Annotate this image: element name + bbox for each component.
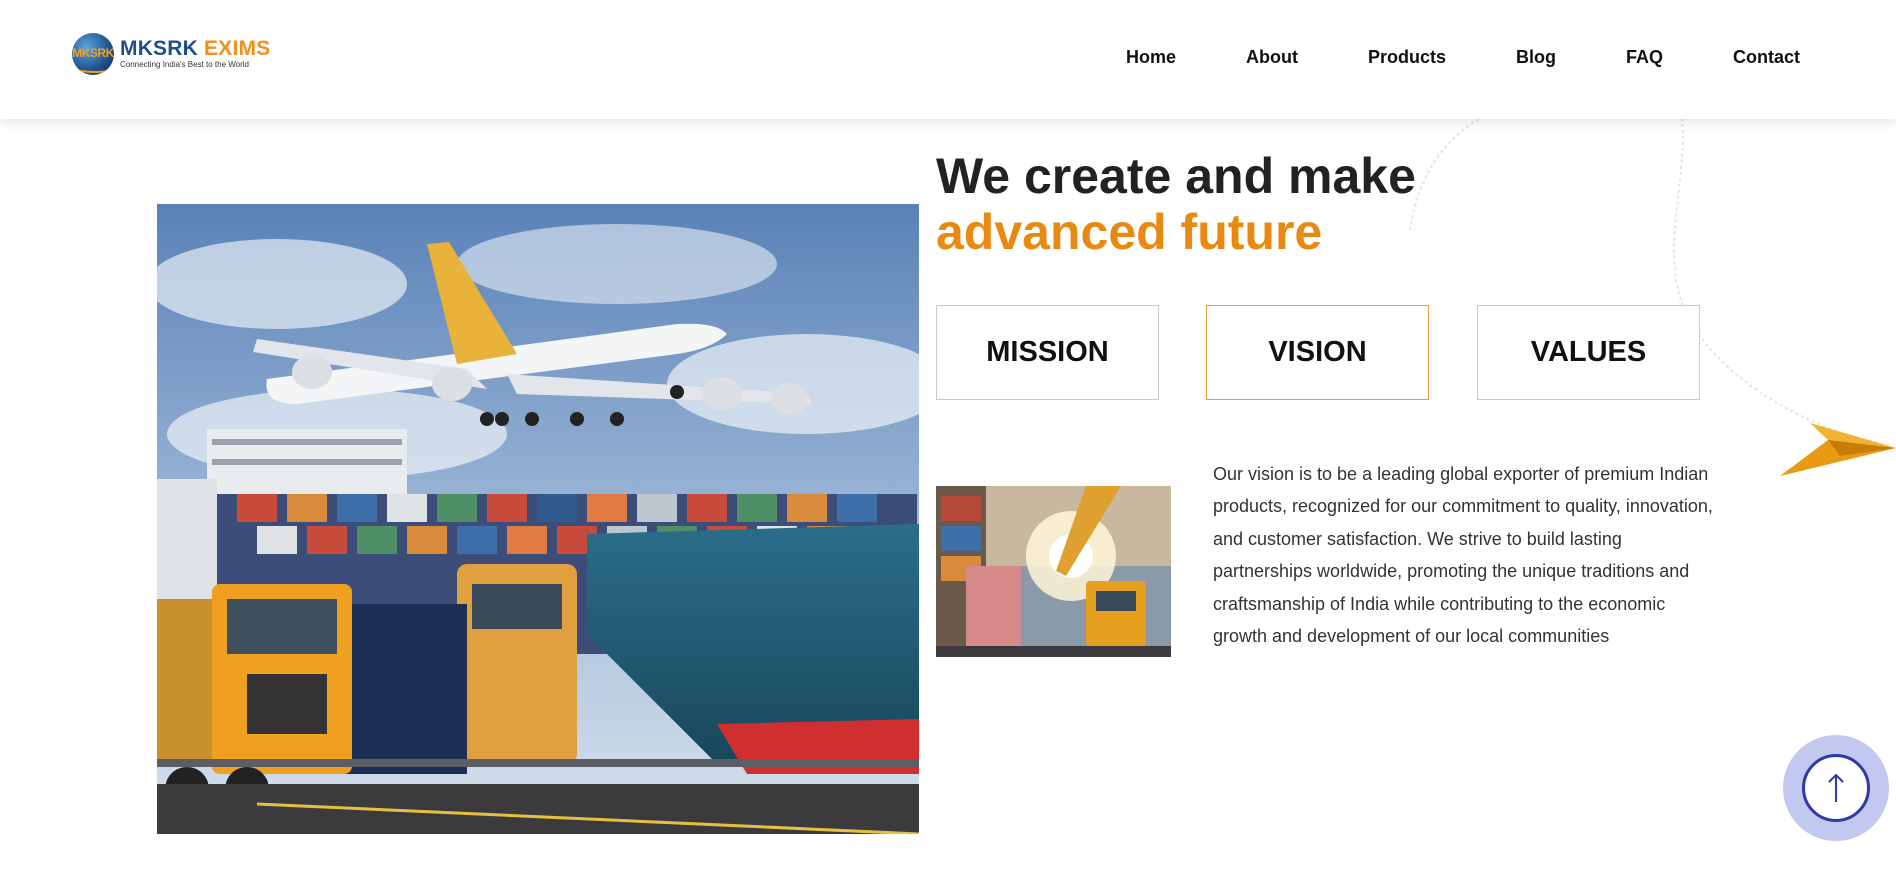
arrow-up-icon: [1828, 773, 1844, 802]
brand-tagline: Connecting India's Best to the World: [120, 60, 250, 69]
logo[interactable]: MKSRK MKSRK EXIMS Connecting India's Bes…: [72, 33, 270, 75]
nav-contact[interactable]: Contact: [1733, 46, 1800, 68]
vision-description: Our vision is to be a leading global exp…: [1213, 464, 1713, 647]
nav-about[interactable]: About: [1246, 46, 1298, 68]
globe-logo-icon: MKSRK: [72, 33, 114, 75]
port-logistics-image: [936, 486, 1171, 657]
nav-blog[interactable]: Blog: [1516, 46, 1556, 68]
nav-faq[interactable]: FAQ: [1626, 46, 1663, 68]
nav-products[interactable]: Products: [1368, 46, 1446, 68]
hero-logistics-image: [157, 204, 919, 834]
brand-name: MKSRK EXIMS: [120, 38, 270, 60]
brand-name-part2: EXIMS: [204, 37, 271, 60]
brand-name-part1: MKSRK: [120, 37, 198, 60]
site-header: MKSRK MKSRK EXIMS Connecting India's Bes…: [0, 0, 1896, 119]
nav-home[interactable]: Home: [1126, 46, 1176, 68]
section-heading: We create and make advanced future: [936, 148, 1416, 260]
heading-line1: We create and make: [936, 148, 1416, 204]
heading-line2: advanced future: [936, 204, 1323, 260]
tab-values[interactable]: VALUES: [1477, 305, 1700, 400]
tab-vision[interactable]: VISION: [1206, 305, 1429, 400]
main-nav: Home About Products Blog FAQ Contact: [1056, 46, 1800, 68]
logo-mark: MKSRK: [72, 46, 114, 60]
tab-mission[interactable]: MISSION: [936, 305, 1159, 400]
scroll-to-top-button[interactable]: [1783, 735, 1889, 841]
paper-plane-icon: [1780, 423, 1896, 476]
